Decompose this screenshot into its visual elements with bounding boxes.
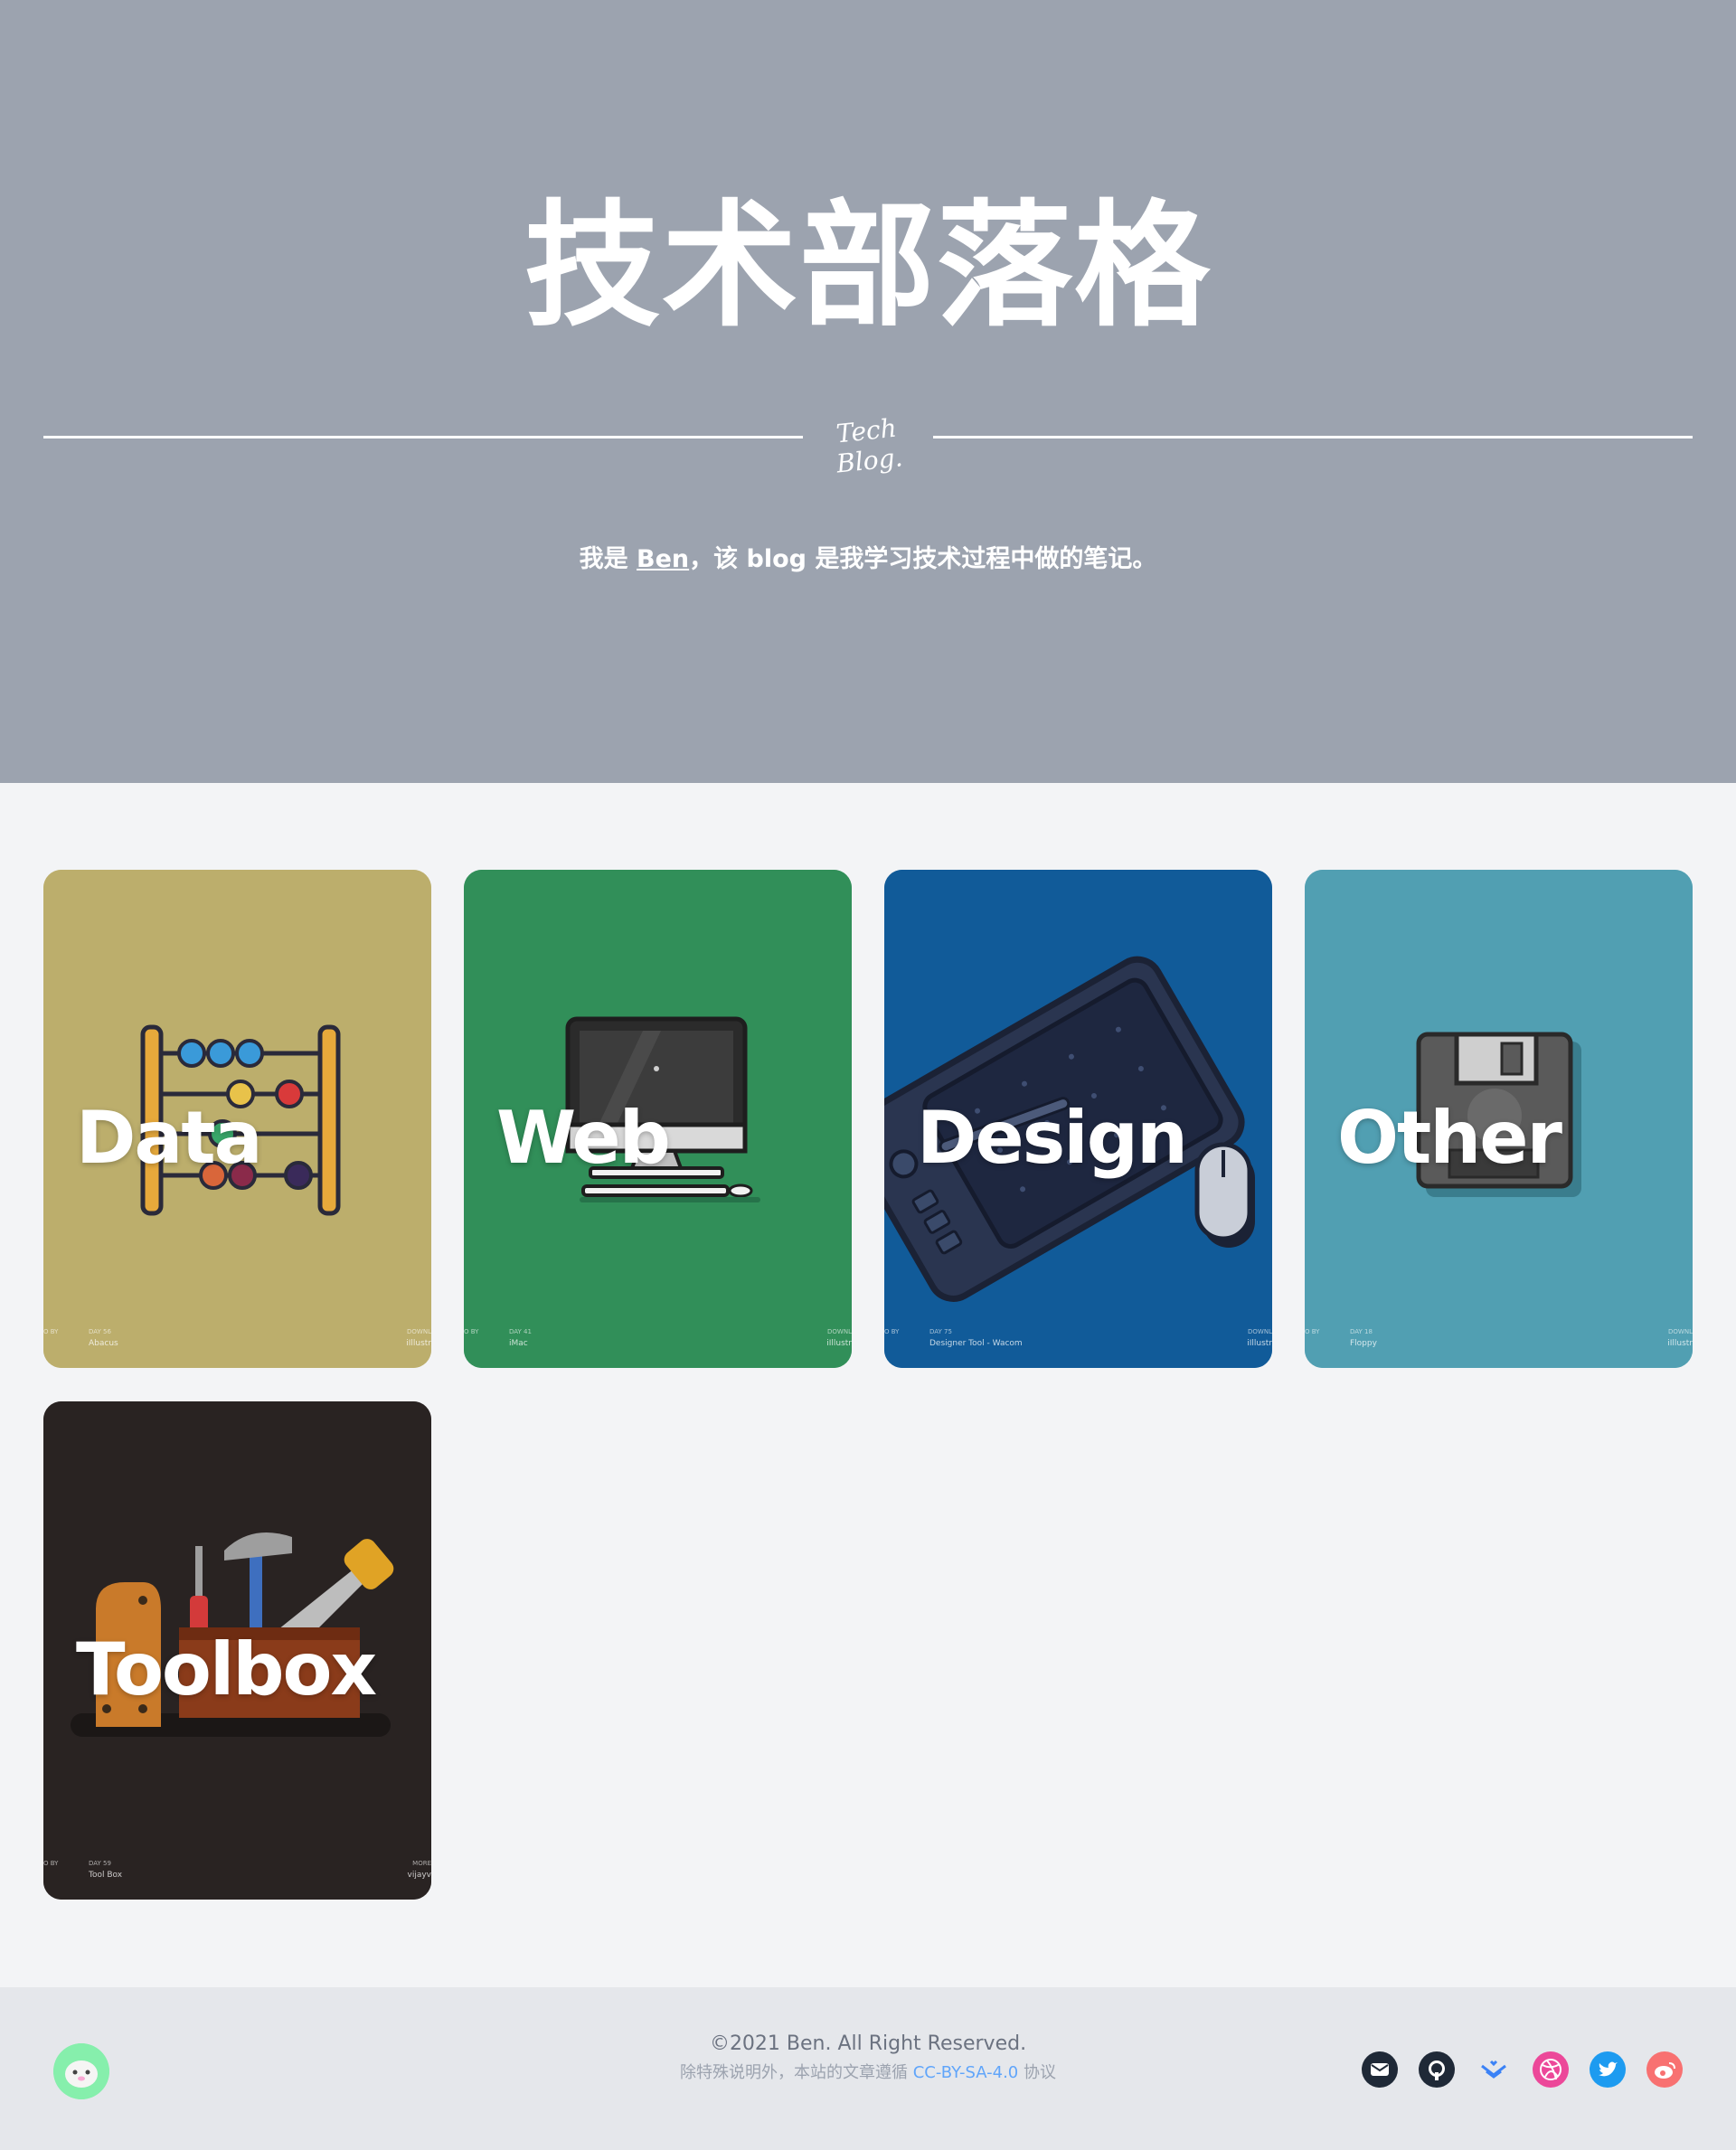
card-label: Web: [496, 1096, 671, 1180]
card-foot-left: O BY: [43, 1328, 59, 1335]
card-foot-right: iIllustr: [826, 1339, 852, 1348]
weibo-icon: [1655, 2062, 1675, 2079]
social-juejin-button[interactable]: [1476, 2051, 1512, 2088]
card-label: Data: [76, 1096, 263, 1180]
card-foot-name: iMac: [509, 1339, 528, 1348]
intro-text: 我是 Ben，该 blog 是我学习技术过程中做的笔记。: [0, 539, 1736, 574]
twitter-icon: [1599, 2061, 1618, 2077]
card-foot-left: O BY: [43, 1860, 59, 1867]
card-foot-right-top: DOWNL: [1248, 1328, 1272, 1335]
card-foot-left: O BY: [884, 1328, 900, 1335]
card-foot-right: vijayv: [407, 1871, 432, 1880]
category-card-toolbox[interactable]: Toolbox O BY DAY 59 Tool Box MORE vijayv: [43, 1401, 431, 1900]
divider-left: [43, 436, 803, 438]
category-card-web[interactable]: Web O BY DAY 41 iMac DOWNL iIllustr: [464, 870, 852, 1368]
card-foot-day: DAY 59: [89, 1860, 111, 1867]
juejin-icon: [1481, 2060, 1506, 2079]
card-foot-left: O BY: [1305, 1328, 1320, 1335]
license-prefix: 除特殊说明外，本站的文章遵循: [680, 2063, 913, 2082]
github-icon: [1429, 2060, 1445, 2080]
social-weibo-button[interactable]: [1646, 2051, 1683, 2088]
tech-blog-mark: Tech Blog.: [835, 412, 904, 479]
category-card-data[interactable]: Data O BY DAY 56 Abacus DOWNL iIllustr: [43, 870, 431, 1368]
category-card-design[interactable]: Design O BY DAY 75 Designer Tool - Wacom…: [884, 870, 1272, 1368]
card-foot-right-top: DOWNL: [1668, 1328, 1693, 1335]
card-foot-day: DAY 75: [929, 1328, 952, 1335]
card-foot-right: iIllustr: [1667, 1339, 1693, 1348]
card-foot-right-top: DOWNL: [827, 1328, 852, 1335]
hero-banner: 技术部落格 Tech Blog. 我是 Ben，该 blog 是我学习技术过程中…: [0, 0, 1736, 783]
social-twitter-button[interactable]: [1590, 2051, 1626, 2088]
card-footer: O BY DAY 41 iMac DOWNL iIllustr: [464, 1328, 852, 1355]
mail-icon: [1371, 2063, 1389, 2076]
card-footer: O BY DAY 75 Designer Tool - Wacom DOWNL …: [884, 1328, 1272, 1355]
category-card-other[interactable]: Other O BY DAY 18 Floppy DOWNL iIllustr: [1305, 870, 1693, 1368]
dribbble-icon: [1540, 2059, 1561, 2080]
divider-right: [933, 436, 1693, 438]
card-foot-day: DAY 41: [509, 1328, 532, 1335]
license-suffix: 协议: [1018, 2063, 1056, 2082]
card-foot-right: iIllustr: [406, 1339, 431, 1348]
card-footer: O BY DAY 18 Floppy DOWNL iIllustr: [1305, 1328, 1693, 1355]
page-footer: ©2021 Ben. All Right Reserved. 除特殊说明外，本站…: [0, 1987, 1736, 2150]
card-foot-day: DAY 56: [89, 1328, 111, 1335]
social-github-button[interactable]: [1419, 2051, 1455, 2088]
card-foot-left: O BY: [464, 1328, 479, 1335]
card-foot-name: Designer Tool - Wacom: [929, 1339, 1023, 1348]
card-footer: O BY DAY 56 Abacus DOWNL iIllustr: [43, 1328, 431, 1355]
card-label: Design: [917, 1096, 1188, 1180]
card-foot-day: DAY 18: [1350, 1328, 1373, 1335]
card-label: Other: [1337, 1096, 1562, 1180]
intro-prefix: 我是: [579, 545, 637, 573]
license-link[interactable]: CC-BY-SA-4.0: [913, 2063, 1019, 2082]
card-foot-name: Tool Box: [89, 1871, 123, 1880]
social-dribbble-button[interactable]: [1533, 2051, 1569, 2088]
social-mail-button[interactable]: [1362, 2051, 1398, 2088]
card-foot-name: Abacus: [89, 1339, 118, 1348]
card-label: Toolbox: [76, 1627, 377, 1712]
site-title: 技术部落格: [524, 188, 1212, 345]
card-footer: O BY DAY 59 Tool Box MORE vijayv: [43, 1860, 431, 1887]
card-foot-right-top: MORE: [412, 1860, 431, 1867]
card-foot-right-top: DOWNL: [407, 1328, 431, 1335]
copyright-text: ©2021 Ben. All Right Reserved.: [709, 2032, 1027, 2055]
card-foot-name: Floppy: [1350, 1339, 1377, 1348]
card-foot-right: iIllustr: [1247, 1339, 1272, 1348]
author-link[interactable]: Ben: [637, 545, 689, 573]
intro-suffix: ，该 blog 是我学习技术过程中做的笔记。: [689, 545, 1157, 573]
